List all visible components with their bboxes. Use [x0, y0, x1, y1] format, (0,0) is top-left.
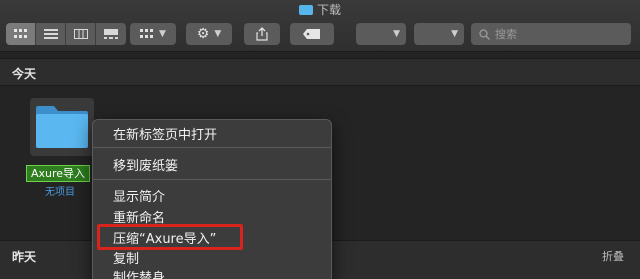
compress-highlight-box — [97, 224, 243, 250]
icon-view-button[interactable] — [6, 23, 36, 45]
menu-separator — [93, 179, 331, 180]
view-mode-switcher — [6, 23, 126, 45]
chevron-down-icon: ▼ — [393, 29, 400, 39]
section-header-today: 今天 — [0, 58, 640, 86]
folder-name-label[interactable]: Axure导入 — [26, 165, 91, 182]
list-icon — [43, 29, 58, 39]
list-view-button[interactable] — [36, 23, 66, 45]
menu-item-duplicate[interactable]: 复制 — [113, 248, 139, 267]
sort-dropdown[interactable]: ▼ — [414, 23, 464, 45]
window-title: 下载 — [0, 1, 640, 18]
gear-icon: ⚙ — [196, 26, 210, 42]
group-button[interactable]: ▼ — [130, 23, 176, 45]
gallery-icon — [104, 29, 118, 39]
search-icon — [479, 28, 490, 40]
chevron-down-icon: ▼ — [214, 29, 222, 39]
menu-item-move-to-trash[interactable]: 移到废纸篓 — [113, 155, 178, 174]
folder-icon — [298, 5, 313, 15]
grid-icon — [13, 29, 27, 38]
menu-item-get-info[interactable]: 显示简介 — [113, 186, 165, 205]
tag-icon — [303, 29, 320, 39]
menu-item-open-in-new-tab[interactable]: 在新标签页中打开 — [113, 124, 217, 143]
share-icon — [256, 27, 268, 41]
column-view-button[interactable] — [66, 23, 96, 45]
group-grid-icon — [140, 29, 154, 38]
chevron-down-icon: ▼ — [159, 29, 166, 39]
chevron-down-icon: ▼ — [451, 29, 458, 39]
search-placeholder: 搜索 — [495, 28, 517, 41]
search-field[interactable]: 搜索 — [471, 23, 631, 45]
context-menu: 在新标签页中打开 移到废纸篓 显示简介 重新命名 压缩“Axure导入” 复制 … — [92, 119, 332, 279]
gallery-view-button[interactable] — [96, 23, 126, 45]
folder-item-count: 无项目 — [45, 187, 75, 198]
folder-icon — [30, 98, 94, 156]
finder-toolbar: 下载 ▼ ⚙ ▼ ▼ ▼ 搜索 — [0, 0, 640, 52]
path-dropdown[interactable]: ▼ — [356, 23, 406, 45]
columns-icon — [73, 29, 88, 39]
action-button[interactable]: ⚙ ▼ — [186, 23, 232, 45]
folder-item[interactable] — [30, 98, 94, 156]
section-label: 昨天 — [12, 250, 37, 264]
share-button[interactable] — [244, 23, 280, 45]
menu-separator — [93, 147, 331, 148]
collapse-button[interactable]: 折叠 — [602, 248, 624, 264]
tags-button[interactable] — [290, 23, 334, 45]
menu-item-make-alias[interactable]: 制作替身 — [113, 267, 165, 279]
section-label: 今天 — [12, 67, 37, 81]
